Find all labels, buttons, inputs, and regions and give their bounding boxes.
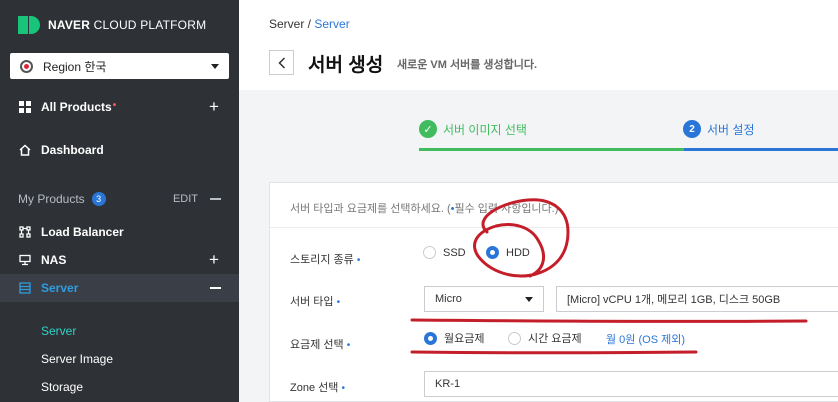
step-server-image[interactable]: ✓ 서버 이미지 선택 (419, 120, 527, 138)
instruction-text-end: 필수 입력 사항입니다.) (454, 203, 559, 215)
korea-flag-icon (20, 59, 33, 73)
required-marker: • (356, 255, 361, 266)
step-indicator: ✓ 서버 이미지 선택 2 서버 설정 (239, 90, 838, 150)
collapse-icon[interactable] (210, 198, 221, 200)
nav-load-balancer-label: Load Balancer (41, 225, 124, 239)
plus-icon[interactable]: + (207, 97, 221, 117)
breadcrumb-current[interactable]: Server (314, 17, 349, 31)
zone-select[interactable]: KR-1 (424, 371, 838, 397)
zone-label: Zone 선택 • (290, 382, 345, 394)
plan-label: 요금제 선택 • (290, 339, 351, 351)
divider (270, 227, 838, 228)
storage-hdd-radio[interactable]: HDD (486, 246, 530, 259)
nav-nas[interactable]: NAS + (0, 246, 239, 274)
required-marker: • (346, 340, 351, 351)
storage-hdd-label: HDD (506, 246, 530, 259)
required-marker: • (341, 383, 345, 394)
breadcrumb-root[interactable]: Server / (269, 17, 311, 31)
nav-load-balancer[interactable]: Load Balancer (0, 218, 239, 246)
server-spec-field: [Micro] vCPU 1개, 메모리 1GB, 디스크 50GB (556, 286, 838, 312)
server-type-value: Micro (435, 293, 462, 305)
nav-nas-label: NAS (41, 253, 67, 267)
step-progress-done (419, 148, 684, 151)
nav-all-products[interactable]: All Products• + (0, 93, 239, 121)
chevron-down-icon (211, 63, 219, 69)
chevron-down-icon (525, 296, 533, 302)
step-server-settings[interactable]: 2 서버 설정 (683, 120, 755, 138)
storage-type-label: 스토리지 종류 • (290, 254, 361, 266)
zone-value: KR-1 (435, 378, 461, 390)
radio-icon (423, 246, 436, 259)
grid-icon (18, 101, 32, 113)
region-label: Region 한국 (43, 59, 107, 74)
page-title: 서버 생성 (308, 55, 384, 76)
plan-monthly-radio[interactable]: 월요금제 (424, 330, 484, 346)
plan-monthly-label: 월요금제 (444, 333, 485, 345)
my-products-count: 3 (91, 192, 106, 206)
brand-name-light: CLOUD PLATFORM (93, 18, 207, 32)
plan-price: 월 0원 (OS 제외) (606, 334, 685, 346)
page-header: Server / Server 서버 생성 새로운 VM 서버를 생성합니다. (239, 0, 838, 90)
server-icon (18, 282, 32, 294)
region-select[interactable]: Region 한국 (10, 53, 229, 79)
step-server-image-label: 서버 이미지 선택 (443, 122, 527, 137)
page-subtitle: 새로운 VM 서버를 생성합니다. (397, 59, 538, 71)
step-progress-active (684, 148, 838, 151)
plus-icon[interactable]: + (207, 250, 221, 270)
nav-dashboard-label: Dashboard (41, 143, 104, 157)
brand-name-bold: NAVER (48, 18, 91, 32)
radio-selected-icon (486, 246, 499, 259)
sub-item-server[interactable]: Server (41, 324, 76, 338)
sidebar: NAVER CLOUD PLATFORM Region 한국 All Produ… (0, 0, 239, 402)
nas-icon (18, 254, 32, 266)
server-settings-card: 서버 타입과 요금제를 선택하세요. (•필수 입력 사항입니다.) 스토리지 … (269, 182, 838, 402)
server-spec-value: [Micro] vCPU 1개, 메모리 1GB, 디스크 50GB (567, 294, 781, 306)
storage-ssd-label: SSD (443, 246, 466, 259)
nav-server[interactable]: Server (0, 274, 239, 302)
home-icon (18, 144, 32, 156)
storage-ssd-radio[interactable]: SSD (423, 246, 466, 259)
logo-icon (18, 15, 40, 35)
sub-item-server-image[interactable]: Server Image (41, 352, 113, 366)
main-content: Server / Server 서버 생성 새로운 VM 서버를 생성합니다. … (239, 0, 838, 402)
plan-hourly-label: 시간 요금제 (528, 333, 582, 345)
check-icon: ✓ (419, 120, 437, 138)
my-products-header: My Products 3 EDIT (0, 185, 239, 213)
load-balancer-icon (18, 226, 32, 238)
brand-logo[interactable]: NAVER CLOUD PLATFORM (18, 15, 206, 35)
step-number: 2 (683, 120, 701, 138)
edit-link[interactable]: EDIT (173, 193, 198, 205)
step-server-settings-label: 서버 설정 (707, 122, 755, 137)
plan-hourly-radio[interactable]: 시간 요금제 (508, 330, 582, 346)
server-type-select[interactable]: Micro (424, 286, 544, 312)
radio-icon (508, 331, 521, 345)
back-button[interactable] (269, 50, 294, 75)
my-products-label: My Products (18, 192, 85, 206)
collapse-icon[interactable] (210, 287, 221, 289)
required-marker: • (336, 297, 341, 308)
nav-all-products-label: All Products (41, 100, 112, 114)
server-type-label: 서버 타입 • (290, 296, 341, 308)
chevron-left-icon (277, 56, 285, 69)
nav-dashboard[interactable]: Dashboard (0, 136, 239, 164)
nav-server-label: Server (41, 281, 79, 295)
form-instruction: 서버 타입과 요금제를 선택하세요. (•필수 입력 사항입니다.) (290, 200, 558, 216)
radio-selected-icon (424, 331, 437, 345)
breadcrumb: Server / Server (269, 17, 350, 31)
sub-item-storage[interactable]: Storage (41, 380, 83, 394)
new-dot-icon: • (112, 100, 117, 111)
instruction-text-start: 서버 타입과 요금제를 선택하세요. ( (290, 203, 451, 215)
